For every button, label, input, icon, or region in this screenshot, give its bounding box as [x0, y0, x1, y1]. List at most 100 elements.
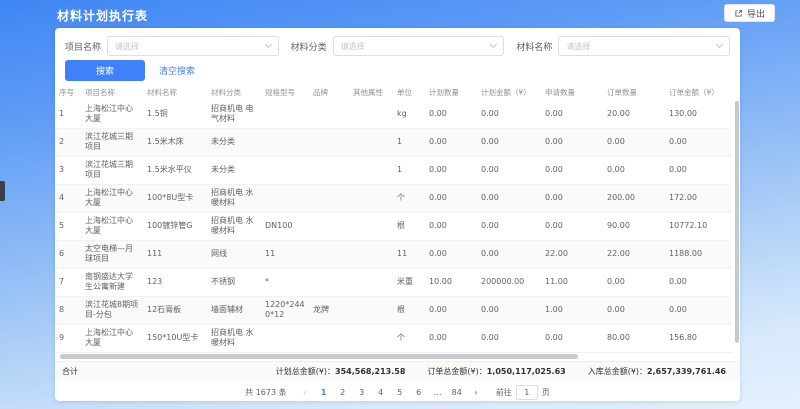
prev-page-button[interactable]: ‹ — [298, 386, 312, 400]
table-cell — [309, 128, 349, 156]
table-cell: 1 — [55, 100, 81, 128]
table-row[interactable]: 2滨江花城三期项目1.5米木床未分类10.000.000.000.000.00 — [55, 128, 732, 156]
table-row[interactable]: 6太空电梯—月球项目111网线11110.000.0022.0022.00118… — [55, 240, 732, 268]
table-cell: 上海松江中心大厦 — [81, 184, 143, 212]
table-row[interactable]: 7南钢盛达大学生公寓新建123不锈钢*米重10.00200000.0011.00… — [55, 268, 732, 296]
sidebar-expand-handle[interactable] — [0, 181, 5, 201]
table-cell — [261, 184, 309, 212]
table-cell: 1188.00 — [665, 240, 732, 268]
table-cell: 个 — [393, 324, 425, 352]
goto-prefix-label: 前往 — [496, 387, 512, 398]
next-page-button[interactable]: › — [469, 386, 483, 400]
table-row[interactable]: 4上海松江中心大厦100*8U型卡招商机电 水暖材料个0.000.000.002… — [55, 184, 732, 212]
table-cell: * — [261, 268, 309, 296]
table-cell: 网线 — [207, 240, 261, 268]
table-cell: 墙面辅材 — [207, 296, 261, 324]
column-header: 规格型号 — [261, 85, 309, 100]
horizontal-scrollbar[interactable] — [60, 354, 578, 359]
page-button[interactable]: 4 — [374, 386, 388, 400]
horizontal-scrollbar-track — [55, 353, 740, 361]
table-row[interactable]: 5上海松江中心大厦100镀锌管G招商机电 水暖材料DN100根0.000.000… — [55, 212, 732, 240]
page-button[interactable]: 6 — [412, 386, 426, 400]
page-button[interactable]: 3 — [355, 386, 369, 400]
table-cell: 上海松江中心大厦 — [81, 324, 143, 352]
table-cell: 0.00 — [541, 100, 603, 128]
search-button[interactable]: 搜索 — [65, 60, 145, 81]
table-cell: 0.00 — [603, 128, 665, 156]
page-ellipsis: … — [431, 386, 445, 400]
action-bar: 搜索 清空搜索 — [55, 56, 740, 85]
table-cell: 8 — [55, 296, 81, 324]
table-cell: 22.00 — [603, 240, 665, 268]
table-row[interactable]: 9上海松江中心大厦150*10U型卡招商机电 水暖材料个0.000.000.00… — [55, 324, 732, 352]
table-cell: 0.00 — [477, 128, 541, 156]
table-cell: 0.00 — [665, 268, 732, 296]
select-placeholder: 请选择 — [115, 41, 139, 52]
column-header: 订单金额（¥） — [665, 85, 732, 100]
table-row[interactable]: 3滨江花城三期项目1.5米水平仪未分类10.000.000.000.000.00 — [55, 156, 732, 184]
table-cell: 0.00 — [541, 212, 603, 240]
table-cell: 招商机电 水暖材料 — [207, 184, 261, 212]
table-cell: 1.00 — [541, 296, 603, 324]
table-cell: 0.00 — [425, 240, 477, 268]
pagination: 共 1673 条 ‹ 123456…84 › 前往 页 — [55, 381, 740, 402]
table-cell — [261, 156, 309, 184]
table-row[interactable]: 1上海松江中心大厦1.5铜招商机电 电气材料kg0.000.000.0020.0… — [55, 100, 732, 128]
filter-label: 材料名称 — [516, 40, 552, 53]
table-row[interactable]: 8滨江花城8期项目-分包12石膏板墙面辅材1220*2440*12龙牌根0.00… — [55, 296, 732, 324]
table-cell: 0.00 — [665, 296, 732, 324]
column-header: 计划数量 — [425, 85, 477, 100]
table-cell: 200.00 — [603, 184, 665, 212]
page-button[interactable]: 5 — [393, 386, 407, 400]
goto-suffix-label: 页 — [542, 387, 550, 398]
table-cell — [349, 268, 393, 296]
table-cell: 100*8U型卡 — [143, 184, 207, 212]
vertical-scrollbar[interactable] — [735, 101, 739, 343]
clear-search-link[interactable]: 清空搜索 — [159, 64, 195, 77]
table-cell: 根 — [393, 212, 425, 240]
filter-label: 项目名称 — [65, 40, 101, 53]
table-cell: 20.00 — [603, 100, 665, 128]
table-cell — [309, 156, 349, 184]
column-header: 其他属性 — [349, 85, 393, 100]
page-button[interactable]: 2 — [336, 386, 350, 400]
filter-select[interactable]: 请选择 — [107, 36, 279, 56]
table-cell: 1.5米木床 — [143, 128, 207, 156]
table-cell: 6 — [55, 240, 81, 268]
table-cell: 0.00 — [477, 296, 541, 324]
table-cell: 招商机电 水暖材料 — [207, 324, 261, 352]
table-cell: 130.00 — [665, 100, 732, 128]
filter-label: 材料分类 — [291, 40, 327, 53]
table-cell: 招商机电 电气材料 — [207, 100, 261, 128]
page-button[interactable]: 84 — [450, 386, 464, 400]
export-button[interactable]: 导出 — [724, 4, 775, 22]
goto-page-input[interactable] — [516, 385, 538, 400]
page-number-list: 123456 … 84 — [317, 386, 464, 400]
table-cell: 10.00 — [425, 268, 477, 296]
table-cell — [349, 296, 393, 324]
table-cell: 0.00 — [603, 296, 665, 324]
table-cell — [261, 324, 309, 352]
table-cell: 4 — [55, 184, 81, 212]
table-cell — [349, 100, 393, 128]
summary-item: 计划总金额(¥)：354,568,213.58 — [276, 366, 406, 377]
table-cell — [349, 156, 393, 184]
table-cell: 0.00 — [541, 324, 603, 352]
table-cell: 5 — [55, 212, 81, 240]
table-cell: 11 — [393, 240, 425, 268]
table-cell: 22.00 — [541, 240, 603, 268]
table-cell: 80.00 — [603, 324, 665, 352]
table-cell: 200000.00 — [477, 268, 541, 296]
table-cell: 滨江花城8期项目-分包 — [81, 296, 143, 324]
filter-select[interactable]: 请选择 — [333, 36, 505, 56]
summary-item: 订单总金额(¥)：1,050,117,025.63 — [427, 366, 565, 377]
column-header: 订单数量 — [603, 85, 665, 100]
table-header-row: 序号项目名称材料名称材料分类规格型号品牌其他属性单位计划数量计划金额（¥）申请数… — [55, 85, 732, 100]
page-button[interactable]: 1 — [317, 386, 331, 400]
column-header: 计划金额（¥） — [477, 85, 541, 100]
filter-select[interactable]: 请选择 — [558, 36, 730, 56]
table-cell: 0.00 — [477, 240, 541, 268]
table-cell: 123 — [143, 268, 207, 296]
table-cell: 太空电梯—月球项目 — [81, 240, 143, 268]
table-cell: 150*10U型卡 — [143, 324, 207, 352]
